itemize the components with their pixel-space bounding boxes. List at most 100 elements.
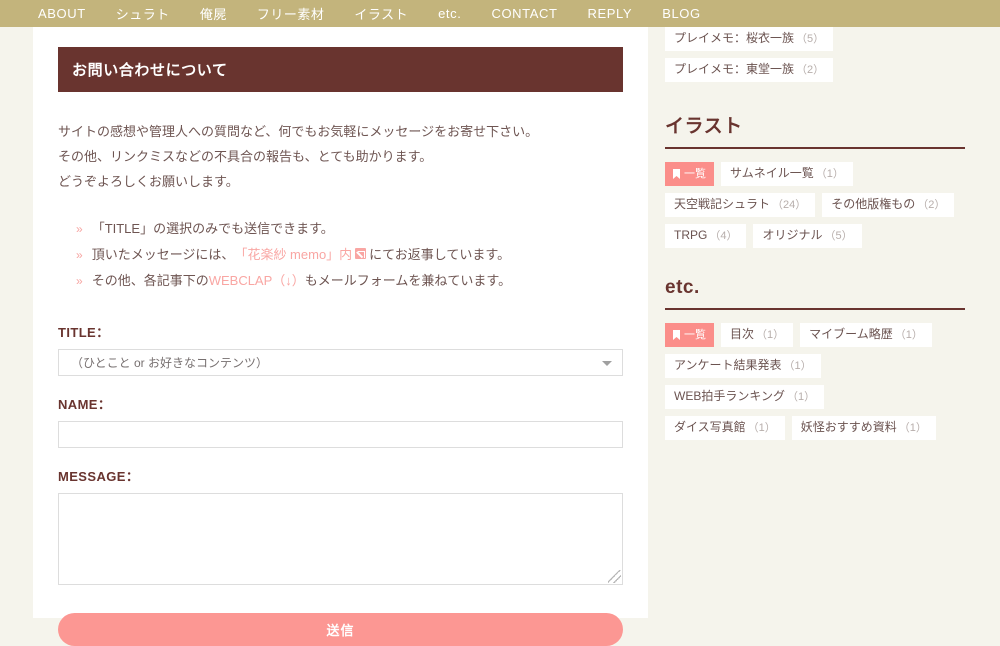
- resize-handle-icon[interactable]: [608, 570, 621, 583]
- sidebar-tags-etc-row1: 一覧 目次 （1） マイブーム略歴 （1）: [665, 323, 970, 354]
- sidebar-top-tags-row2: プレイメモ：東堂一族 （2）: [665, 58, 970, 89]
- intro-paragraph: サイトの感想や管理人への質問など、何でもお気軽にメッセージをお寄せ下さい。 その…: [58, 119, 623, 194]
- tag-count: （1）: [747, 422, 776, 434]
- nav-item-etc[interactable]: etc.: [438, 6, 461, 21]
- tag-count: （5）: [796, 33, 825, 45]
- tag-label: サムネイル一覧: [730, 166, 814, 180]
- note-item: » 頂いたメッセージには、 「花楽紗 memo」内 にてお返事しています。: [76, 242, 623, 268]
- sidebar-tag[interactable]: 天空戦記シュラト （24）: [665, 193, 816, 217]
- sidebar-tag[interactable]: プレイメモ：桜衣一族 （5）: [665, 27, 834, 51]
- sidebar-tags-illust-row2: 天空戦記シュラト （24） その他版権もの （2）: [665, 193, 970, 224]
- name-input[interactable]: [58, 421, 623, 448]
- intro-line-3: どうぞよろしくお願いします。: [58, 174, 239, 189]
- chevron-right-double-icon: »: [76, 222, 83, 236]
- tag-count: （1）: [894, 329, 923, 341]
- sidebar-tag[interactable]: プレイメモ：東堂一族 （2）: [665, 58, 834, 82]
- nav-item-illust[interactable]: イラスト: [354, 4, 408, 23]
- tag-label: ダイス写真館: [674, 420, 746, 434]
- sidebar-tags-etc-row3: ダイス写真館 （1） 妖怪おすすめ資料 （1）: [665, 416, 970, 447]
- tag-label: オリジナル: [762, 228, 823, 242]
- note-item: » その他、各記事下の WEBCLAP（↓） もメールフォームを兼ねています。: [76, 268, 623, 294]
- tag-count: （2）: [917, 199, 946, 211]
- tag-count: （1）: [786, 391, 816, 403]
- title-field-block: TITLE： （ひとこと or お好きなコンテンツ）: [58, 322, 623, 376]
- name-label: NAME：: [58, 397, 112, 412]
- top-navigation: ABOUT シュラト 俺屍 フリー素材 イラスト etc. CONTACT RE…: [0, 0, 1000, 27]
- nav-item-free-material[interactable]: フリー素材: [257, 4, 325, 23]
- note-text: 「TITLE」の選択のみでも送信できます。: [91, 221, 334, 236]
- sidebar-tag[interactable]: 妖怪おすすめ資料 （1）: [791, 416, 936, 440]
- chevron-right-double-icon: »: [76, 274, 83, 288]
- sidebar-tags-illust-row3: TRPG （4） オリジナル （5）: [665, 224, 970, 255]
- tag-count: （4）: [709, 230, 738, 242]
- tag-label: マイブーム略歴: [809, 327, 893, 341]
- title-select-value: （ひとこと or お好きなコンテンツ）: [71, 356, 268, 370]
- sidebar-tag[interactable]: マイブーム略歴 （1）: [800, 323, 932, 347]
- tag-count: （5）: [824, 230, 853, 242]
- sidebar-tag[interactable]: ダイス写真館 （1）: [665, 416, 785, 440]
- tag-label: 妖怪おすすめ資料: [800, 420, 897, 434]
- bookmark-icon: [673, 330, 680, 340]
- sidebar-tag-all-illust[interactable]: 一覧: [665, 162, 714, 186]
- nav-item-reply[interactable]: REPLY: [588, 6, 633, 21]
- memo-link[interactable]: 「花楽紗 memo」内: [234, 242, 352, 267]
- sidebar-tag[interactable]: サムネイル一覧 （1）: [721, 162, 853, 186]
- tag-all-label: 一覧: [684, 328, 706, 341]
- note-text: にてお返事しています。: [369, 247, 511, 262]
- intro-line-2: その他、リンクミスなどの不具合の報告も、とても助かります。: [58, 149, 433, 164]
- sidebar-tag[interactable]: WEB拍手ランキング （1）: [665, 385, 825, 409]
- tag-label: その他版権もの: [831, 197, 916, 211]
- tag-count: （1）: [815, 168, 844, 180]
- tag-count: （1）: [756, 329, 785, 341]
- message-textarea-wrapper[interactable]: [58, 493, 623, 585]
- name-field-block: NAME：: [58, 394, 623, 448]
- sidebar-section-heading-illust: イラスト: [665, 111, 965, 149]
- note-text: もメールフォームを兼ねています。: [304, 273, 512, 288]
- sidebar-tag[interactable]: 目次 （1）: [721, 323, 794, 347]
- tag-label: 天空戦記シュラト: [674, 197, 771, 211]
- tag-label: アンケート結果発表: [674, 358, 782, 372]
- nav-item-shurato[interactable]: シュラト: [116, 4, 170, 23]
- tag-label: WEB拍手ランキング: [674, 389, 785, 403]
- tag-label: プレイメモ：桜衣一族: [674, 31, 795, 45]
- tag-label: TRPG: [674, 228, 708, 242]
- sidebar-tag-all-etc[interactable]: 一覧: [665, 323, 714, 347]
- title-label: TITLE：: [58, 325, 110, 340]
- sidebar-tag[interactable]: アンケート結果発表 （1）: [665, 354, 821, 378]
- sidebar-tag[interactable]: その他版権もの （2）: [822, 193, 955, 217]
- tag-count: （1）: [898, 422, 927, 434]
- nav-item-oreshika[interactable]: 俺屍: [200, 4, 227, 23]
- note-text: その他、各記事下の: [91, 273, 209, 288]
- sidebar-tag[interactable]: TRPG （4）: [665, 224, 747, 248]
- sidebar-section-heading-etc: etc.: [665, 277, 965, 310]
- message-field-block: MESSAGE：: [58, 466, 623, 585]
- tag-count: （24）: [772, 199, 807, 211]
- chevron-down-icon: [602, 361, 612, 366]
- webclap-link[interactable]: WEBCLAP（↓）: [209, 268, 305, 293]
- intro-line-1: サイトの感想や管理人への質問など、何でもお気軽にメッセージをお寄せ下さい。: [58, 124, 539, 139]
- sidebar-tags-illust-row1: 一覧 サムネイル一覧 （1）: [665, 162, 970, 193]
- tag-all-label: 一覧: [684, 167, 706, 180]
- sidebar-top-tags: プレイメモ：桜衣一族 （5）: [665, 27, 970, 58]
- note-item: » 「TITLE」の選択のみでも送信できます。: [76, 216, 623, 242]
- message-label: MESSAGE：: [58, 469, 140, 484]
- page-title: お問い合わせについて: [58, 47, 623, 92]
- sidebar-tag[interactable]: オリジナル （5）: [753, 224, 862, 248]
- tag-label: プレイメモ：東堂一族: [674, 62, 795, 76]
- page-body: お問い合わせについて サイトの感想や管理人への質問など、何でもお気軽にメッセージ…: [0, 27, 1000, 646]
- sidebar: プレイメモ：桜衣一族 （5） プレイメモ：東堂一族 （2） イラスト 一覧 サムネイ…: [665, 27, 970, 447]
- sidebar-tags-etc-row2: アンケート結果発表 （1） WEB拍手ランキング （1）: [665, 354, 970, 416]
- title-select[interactable]: （ひとこと or お好きなコンテンツ）: [58, 349, 623, 376]
- chevron-right-double-icon: »: [76, 248, 83, 262]
- main-content-panel: お問い合わせについて サイトの感想や管理人への質問など、何でもお気軽にメッセージ…: [33, 27, 648, 646]
- contact-form: TITLE： （ひとこと or お好きなコンテンツ） NAME： MESSAGE…: [58, 322, 623, 646]
- external-link-icon[interactable]: [355, 248, 367, 259]
- note-text: 頂いたメッセージには、: [91, 247, 235, 262]
- tag-label: 目次: [730, 327, 755, 341]
- bookmark-icon: [673, 169, 680, 179]
- nav-item-contact[interactable]: CONTACT: [491, 6, 557, 21]
- nav-item-blog[interactable]: BLOG: [662, 6, 701, 21]
- tag-count: （1）: [783, 360, 812, 372]
- notes-list: » 「TITLE」の選択のみでも送信できます。 » 頂いたメッセージには、 「花…: [76, 216, 623, 294]
- nav-item-about[interactable]: ABOUT: [38, 6, 86, 21]
